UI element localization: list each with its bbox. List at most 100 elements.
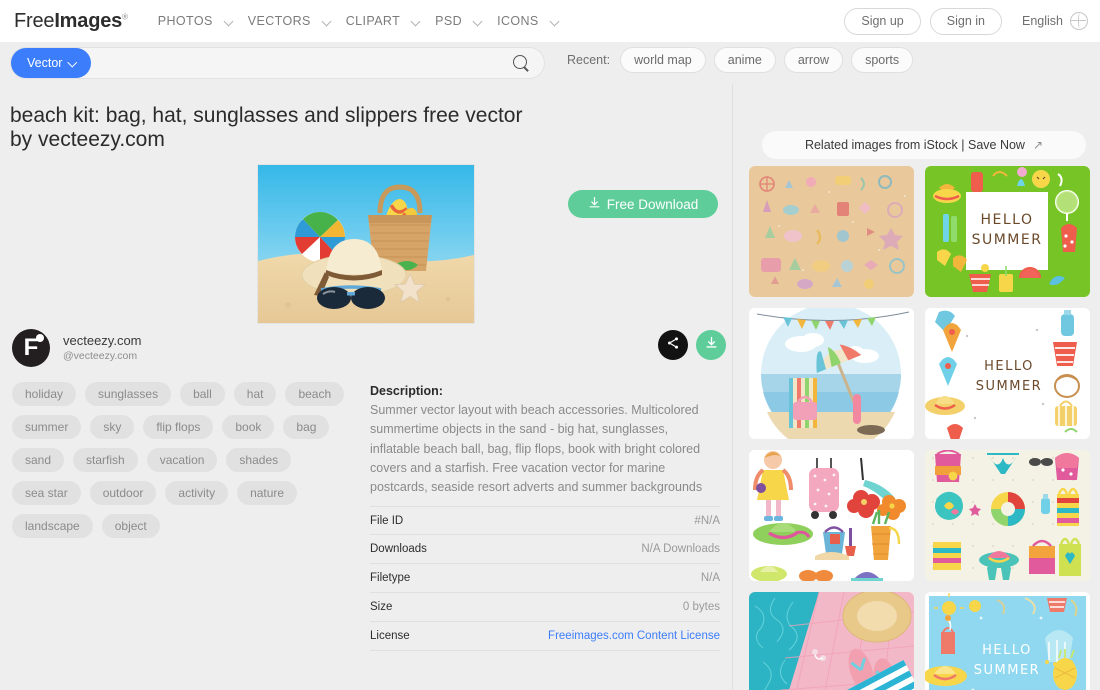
- beach-kit-illustration: [258, 165, 474, 323]
- download-button[interactable]: [696, 330, 726, 360]
- related-thumb-8[interactable]: HELLO SUMMER: [925, 592, 1090, 690]
- logo-text-images: Images: [54, 9, 123, 32]
- logo[interactable]: FreeImages®: [14, 10, 128, 33]
- svg-text:HELLO: HELLO: [981, 212, 1034, 228]
- avatar-dot-icon: [36, 334, 44, 342]
- nav-item-photos[interactable]: PHOTOS: [154, 14, 244, 28]
- nav-item-icons[interactable]: ICONS: [493, 14, 570, 28]
- metadata-table: File ID #N/A Downloads N/A Downloads Fil…: [370, 506, 720, 651]
- share-icon: [666, 336, 680, 355]
- meta-key-downloads: Downloads: [370, 543, 427, 555]
- license-link[interactable]: Freeimages.com Content License: [548, 630, 720, 642]
- tag-starfish[interactable]: starfish: [73, 448, 138, 472]
- tag-bag[interactable]: bag: [283, 415, 330, 439]
- related-sidebar: Related images from iStock | Save Now ↗: [734, 84, 1100, 690]
- sign-up-button[interactable]: Sign up: [844, 7, 921, 35]
- logo-text-free: Free: [14, 9, 55, 32]
- chevron-down-icon[interactable]: [225, 17, 234, 26]
- search-category-label: Vector: [27, 56, 63, 70]
- globe-icon[interactable]: [1070, 12, 1088, 30]
- tag-sky[interactable]: sky: [90, 415, 135, 439]
- related-thumb-1[interactable]: [749, 166, 914, 297]
- tag-sunglasses[interactable]: sunglasses: [85, 382, 172, 406]
- nav-label-photos[interactable]: PHOTOS: [154, 14, 217, 28]
- share-button[interactable]: [658, 330, 688, 360]
- svg-text:HELLO: HELLO: [984, 359, 1034, 374]
- hero-image[interactable]: [257, 164, 475, 324]
- search-field-wrapper: Vector: [10, 47, 545, 79]
- svg-text:HELLO: HELLO: [982, 643, 1032, 658]
- tag-shades[interactable]: shades: [226, 448, 292, 472]
- tag-object[interactable]: object: [101, 514, 160, 538]
- related-thumb-3[interactable]: [749, 308, 914, 439]
- chevron-down-icon[interactable]: [412, 17, 421, 26]
- recent-tag-anime[interactable]: anime: [713, 47, 776, 73]
- arrow-up-right-icon: ↗: [1032, 138, 1044, 152]
- istock-promo-label: Related images from iStock | Save Now: [804, 138, 1025, 152]
- table-row: Downloads N/A Downloads: [370, 535, 720, 564]
- istock-promo-link[interactable]: Related images from iStock | Save Now ↗: [762, 131, 1086, 159]
- author-text: vecteezy.com @vecteezy.com: [63, 333, 142, 364]
- chevron-down-icon[interactable]: [551, 17, 560, 26]
- related-thumb-7[interactable]: [749, 592, 914, 690]
- svg-text:SUMMER: SUMMER: [976, 379, 1042, 394]
- tag-summer[interactable]: summer: [12, 415, 82, 439]
- nav-label-icons[interactable]: ICONS: [493, 14, 543, 28]
- page-title: beach kit: bag, hat, sunglasses and slip…: [10, 104, 523, 152]
- meta-value-downloads: N/A Downloads: [641, 543, 720, 555]
- nav-item-vectors[interactable]: VECTORS: [244, 14, 342, 28]
- tag-sand[interactable]: sand: [12, 448, 65, 472]
- language-selector[interactable]: English: [1022, 14, 1063, 28]
- description-body: Summer vector layout with beach accessor…: [370, 403, 703, 494]
- related-thumb-5[interactable]: [749, 450, 914, 581]
- meta-value-size: 0 bytes: [682, 601, 720, 613]
- related-thumb-4[interactable]: HELLO SUMMER: [925, 308, 1090, 439]
- free-download-button[interactable]: Free Download: [568, 190, 718, 218]
- download-icon: [704, 335, 719, 355]
- svg-text:SUMMER: SUMMER: [972, 232, 1043, 248]
- recent-tag-sports[interactable]: sports: [851, 47, 914, 73]
- table-row: File ID #N/A: [370, 506, 720, 535]
- chevron-down-icon[interactable]: [323, 17, 332, 26]
- tag-outdoor[interactable]: outdoor: [89, 481, 157, 505]
- tag-list: holiday sunglasses ball hat beach summer…: [12, 382, 352, 538]
- tag-activity[interactable]: activity: [165, 481, 229, 505]
- author-name[interactable]: vecteezy.com: [63, 333, 142, 349]
- recent-tag-world-map[interactable]: world map: [620, 47, 706, 73]
- search-input[interactable]: [91, 48, 513, 78]
- description-heading: Description:: [370, 384, 443, 398]
- tag-sea-star[interactable]: sea star: [12, 481, 81, 505]
- tag-nature[interactable]: nature: [237, 481, 298, 505]
- recent-label: Recent:: [567, 53, 611, 67]
- primary-nav: PHOTOS VECTORS CLIPART PSD ICONS: [154, 14, 570, 28]
- site-header: FreeImages® PHOTOS VECTORS CLIPART PSD I…: [0, 0, 1100, 42]
- nav-item-psd[interactable]: PSD: [431, 14, 493, 28]
- tag-flip-flops[interactable]: flip flops: [143, 415, 214, 439]
- tag-landscape[interactable]: landscape: [12, 514, 93, 538]
- tag-holiday[interactable]: holiday: [12, 382, 77, 406]
- related-thumb-2[interactable]: HELLO SUMMER: [925, 166, 1090, 297]
- nav-item-clipart[interactable]: CLIPART: [342, 14, 431, 28]
- tag-hat[interactable]: hat: [233, 382, 277, 406]
- nav-label-psd[interactable]: PSD: [431, 14, 466, 28]
- chevron-down-icon: [69, 59, 77, 67]
- recent-tag-arrow[interactable]: arrow: [783, 47, 844, 73]
- sign-in-button[interactable]: Sign in: [929, 7, 1002, 35]
- tag-vacation[interactable]: vacation: [146, 448, 218, 472]
- header-actions: Sign up Sign in English: [835, 7, 1088, 35]
- nav-label-vectors[interactable]: VECTORS: [244, 14, 315, 28]
- tag-book[interactable]: book: [222, 415, 275, 439]
- search-category-dropdown[interactable]: Vector: [11, 48, 92, 78]
- recent-searches: Recent: world map anime arrow sports: [567, 47, 921, 73]
- related-thumb-6[interactable]: [925, 450, 1090, 581]
- nav-label-clipart[interactable]: CLIPART: [342, 14, 404, 28]
- search-icon[interactable]: [513, 54, 530, 72]
- svg-text:SUMMER: SUMMER: [974, 663, 1040, 678]
- chevron-down-icon[interactable]: [474, 17, 483, 26]
- tag-beach[interactable]: beach: [285, 382, 345, 406]
- meta-key-size: Size: [370, 601, 393, 613]
- tag-ball[interactable]: ball: [180, 382, 225, 406]
- meta-key-license: License: [370, 630, 410, 642]
- author-block[interactable]: F vecteezy.com @vecteezy.com: [12, 329, 142, 367]
- main-content: beach kit: bag, hat, sunglasses and slip…: [0, 84, 733, 690]
